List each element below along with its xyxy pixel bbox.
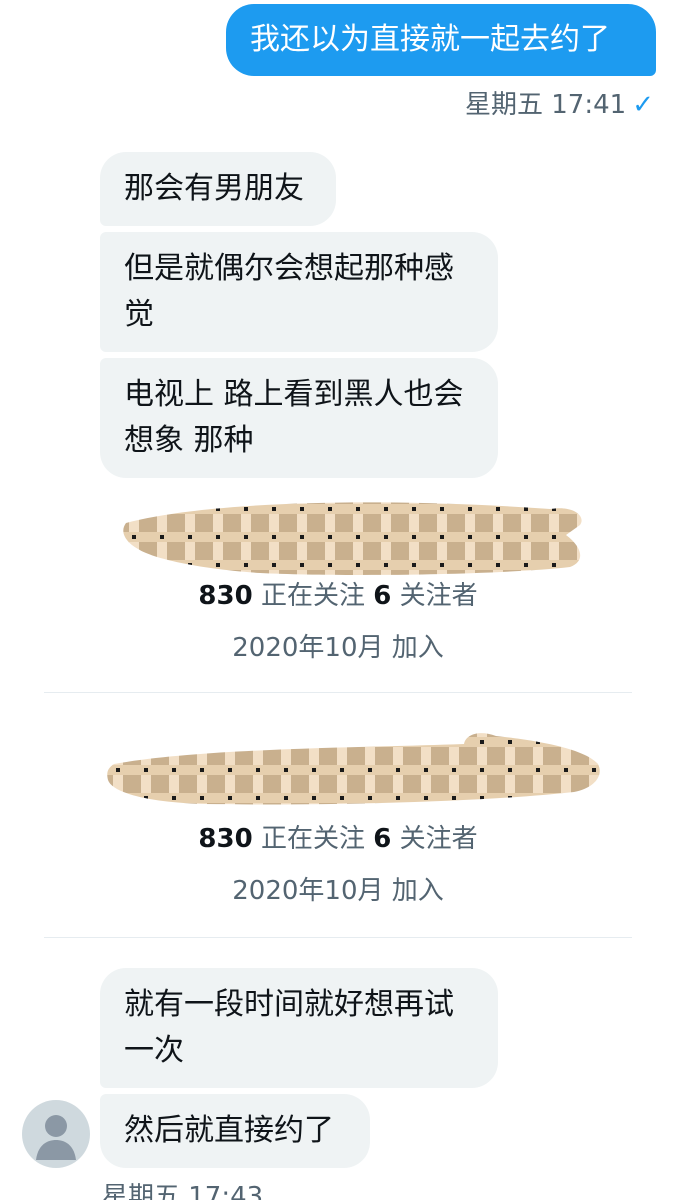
card-divider xyxy=(44,692,632,693)
joined-date: 2020年10月 加入 xyxy=(232,876,444,906)
followers-label[interactable]: 关注者 xyxy=(400,824,478,854)
received-message-bubble[interactable]: 电视上 路上看到黑人也会想象 那种 xyxy=(100,358,498,478)
followers-label[interactable]: 关注者 xyxy=(400,581,478,611)
received-message-timestamp: 星期五 17:43 xyxy=(102,1182,264,1200)
shared-profile-card[interactable]: 830 正在关注 6 关注者 2020年10月 加入 xyxy=(44,728,632,938)
card-divider xyxy=(44,937,632,938)
check-icon: ✓ xyxy=(632,90,654,120)
followers-count[interactable]: 6 xyxy=(373,581,391,611)
followers-count[interactable]: 6 xyxy=(373,824,391,854)
following-label[interactable]: 正在关注 xyxy=(261,824,365,854)
shared-profile-card[interactable]: 830 正在关注 6 关注者 2020年10月 加入 xyxy=(44,495,632,693)
following-count[interactable]: 830 xyxy=(198,824,252,854)
received-message-bubble[interactable]: 那会有男朋友 xyxy=(100,152,336,226)
person-silhouette-icon xyxy=(36,1115,76,1160)
following-label[interactable]: 正在关注 xyxy=(261,581,365,611)
redaction-scribble xyxy=(123,502,582,575)
timestamp-text: 星期五 17:41 xyxy=(465,90,627,120)
follow-stats: 830 正在关注 6 关注者 xyxy=(44,575,632,612)
received-message-bubble[interactable]: 就有一段时间就好想再试一次 xyxy=(100,968,498,1088)
follow-stats: 830 正在关注 6 关注者 xyxy=(44,818,632,855)
joined-date: 2020年10月 加入 xyxy=(232,633,444,663)
received-message-bubble[interactable]: 然后就直接约了 xyxy=(100,1094,370,1168)
following-count[interactable]: 830 xyxy=(198,581,252,611)
redaction-scribble xyxy=(107,733,600,805)
received-message-bubble[interactable]: 但是就偶尔会想起那种感觉 xyxy=(100,232,498,352)
dm-conversation: 我还以为直接就一起去约了 星期五 17:41 ✓ 那会有男朋友 但是就偶尔会想起那… xyxy=(0,0,678,1200)
default-avatar-icon[interactable] xyxy=(22,1100,90,1168)
sent-message-timestamp: 星期五 17:41 ✓ xyxy=(465,84,654,121)
sent-message-bubble[interactable]: 我还以为直接就一起去约了 xyxy=(226,4,656,76)
